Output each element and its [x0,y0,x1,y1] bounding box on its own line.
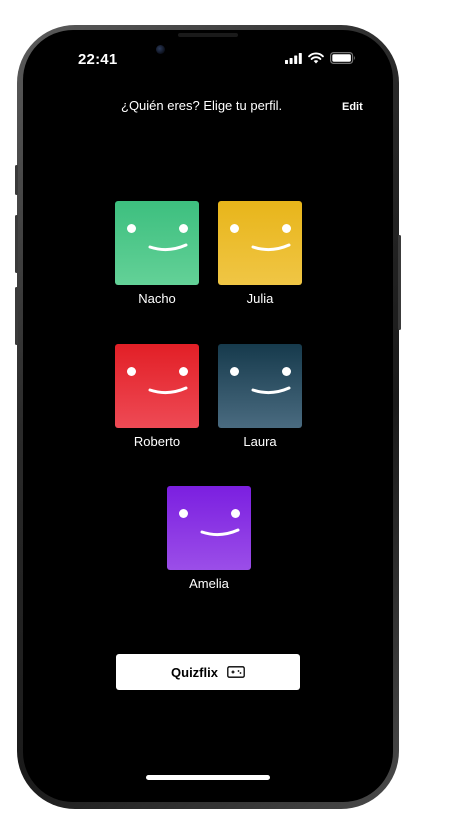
front-camera [156,45,165,54]
profile-name: Nacho [138,291,176,306]
status-time: 22:41 [78,51,118,68]
profile-name: Laura [243,434,277,449]
avatar-eye-left [230,367,239,376]
avatar-smile [251,386,291,395]
profile-name: Julia [246,291,274,306]
quizflix-button[interactable]: Quizflix [116,654,300,690]
home-indicator[interactable] [146,775,270,780]
gamepad-icon [227,666,245,678]
power-button [398,235,401,330]
mute-switch [15,165,18,195]
avatar[interactable] [218,344,302,428]
profile-amelia[interactable]: Amelia [167,486,251,591]
avatar[interactable] [167,486,251,570]
avatar-eye-right [179,367,188,376]
avatar-eye-right [231,509,240,518]
avatar[interactable] [115,344,199,428]
page-title: ¿Quién eres? Elige tu perfil. [121,98,283,113]
profile-laura[interactable]: Laura [218,344,302,449]
volume-down-button [15,287,18,345]
avatar-eye-right [179,224,188,233]
avatar-smile [251,243,291,252]
status-icons [285,52,356,64]
cellular-signal-icon [285,52,302,64]
battery-icon [330,52,355,64]
edit-button[interactable]: Edit [342,101,363,113]
profile-nacho[interactable]: Nacho [115,201,199,306]
speaker-grille [178,33,238,37]
avatar-eye-right [282,224,291,233]
avatar[interactable] [218,201,302,285]
profile-roberto[interactable]: Roberto [115,344,199,449]
quizflix-label: Quizflix [171,664,218,680]
profile-name: Amelia [189,576,229,591]
avatar-eye-left [230,224,239,233]
avatar-eye-left [127,224,136,233]
volume-up-button [15,215,18,273]
wifi-icon [308,52,324,64]
avatar[interactable] [115,201,199,285]
avatar-eye-right [282,367,291,376]
avatar-smile [200,528,240,537]
avatar-eye-left [127,367,136,376]
avatar-eye-left [179,509,188,518]
screen: 22:41 ¿Quién eres? Elige tu perfil. Edit… [23,30,393,802]
profile-name: Roberto [133,434,181,449]
avatar-smile [148,386,188,395]
avatar-smile [148,243,188,252]
profile-julia[interactable]: Julia [218,201,302,306]
